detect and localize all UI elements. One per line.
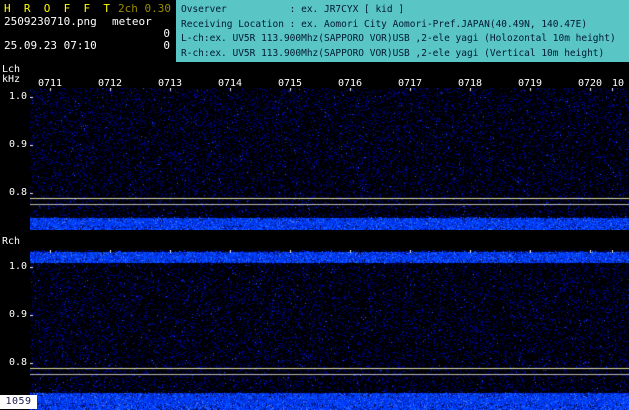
freq-tick-label: 1.0 (8, 91, 27, 102)
rch-spectrogram (30, 250, 629, 410)
lch-setup-line: L-ch:ex. UV5R 113.900Mhz(SAPPORO VOR)USB… (181, 33, 616, 44)
lch-spectrogram (30, 88, 629, 230)
observer-line: Ovserver : ex. JR7CYX [ kid ] (181, 4, 405, 15)
frequency-axis-labels: 1.0 0.9 0.8 1.0 0.9 0.8 (0, 0, 30, 410)
version-label: 2ch 0.30 (118, 2, 171, 15)
rch-setup-line: R-ch:ex. UV5R 113.900Mhz(SAPPORO VOR)USB… (181, 47, 605, 59)
hrofft-screen: H R O F F T 2ch 0.30 2509230710.png mete… (0, 0, 629, 410)
freq-tick-label: 0.9 (8, 309, 27, 320)
meteor-count-bottom: 0 (163, 39, 170, 52)
freq-tick-label: 0.8 (8, 357, 27, 368)
level-counter-box: 1059 (0, 395, 37, 409)
freq-tick-label: 0.9 (8, 139, 27, 150)
location-line: Receiving Location : ex. Aomori City Aom… (181, 18, 588, 30)
freq-tick-label: 1.0 (8, 261, 27, 272)
observer-info-panel: Ovserver : ex. JR7CYX [ kid ] Receiving … (176, 0, 629, 62)
freq-tick-label: 0.8 (8, 187, 27, 198)
